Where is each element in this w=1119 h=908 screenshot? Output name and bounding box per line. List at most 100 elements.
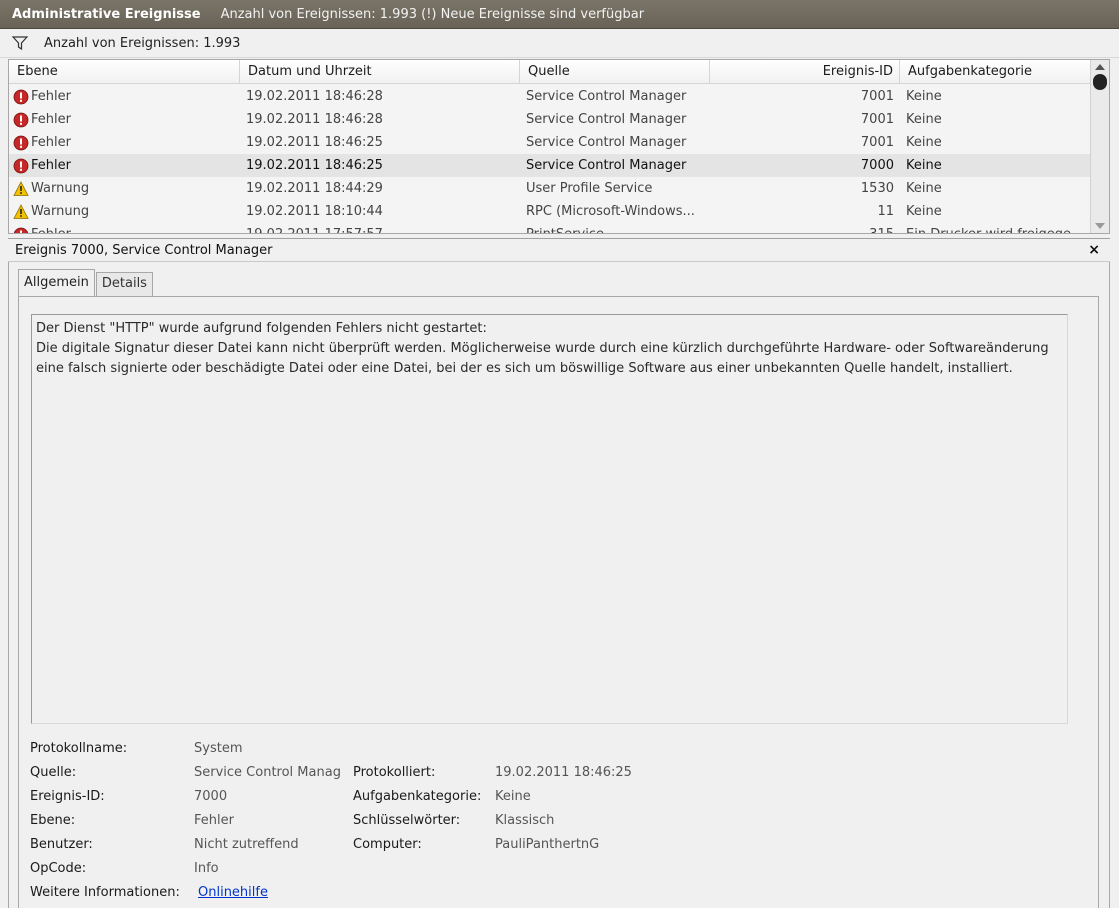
view-title: Administrative Ereignisse: [12, 6, 201, 22]
prop-row: Protokollname: System: [19, 737, 1099, 761]
level-text: Warnung: [31, 204, 90, 219]
prop-row: Benutzer: Nicht zutreffend Computer: Pau…: [19, 833, 1099, 857]
task-category-cell: Keine: [906, 181, 942, 196]
task-category-label: Aufgabenkategorie:: [353, 789, 482, 804]
error-icon: [13, 158, 29, 173]
task-category-cell: Keine: [906, 89, 942, 104]
table-row[interactable]: Fehler 19.02.2011 18:46:28 Service Control…: [9, 85, 1091, 108]
tab-details[interactable]: Details: [95, 272, 153, 296]
date-cell: 19.02.2011 18:46:25: [246, 135, 383, 150]
level-text: Fehler: [31, 158, 71, 173]
title-bar: Administrative Ereignisse Anzahl von Ere…: [0, 0, 1119, 29]
task-category-cell: Keine: [906, 204, 942, 219]
event-list[interactable]: Ebene Datum und Uhrzeit Quelle Ereignis-…: [8, 59, 1110, 234]
funnel-icon[interactable]: [12, 36, 28, 50]
event-id-cell: 7000: [860, 158, 894, 173]
detail-header: Ereignis 7000, Service Control Manager ×: [8, 238, 1110, 262]
scroll-down-arrow-icon[interactable]: [1095, 223, 1105, 229]
event-count-notice[interactable]: Anzahl von Ereignissen: 1.993 (!) Neue E…: [221, 7, 644, 22]
opcode-label: OpCode:: [30, 861, 87, 876]
table-row[interactable]: Fehler 19.02.2011 18:46:25 Service Control…: [9, 131, 1091, 154]
level-cell: Fehler: [9, 223, 240, 233]
event-id-cell: 315: [710, 223, 900, 233]
event-id-value: 7000: [194, 789, 228, 804]
source-value: Service Control Manag: [194, 765, 341, 780]
error-icon: [13, 112, 29, 127]
event-rows: Fehler 19.02.2011 18:46:28 Service Control…: [9, 85, 1091, 233]
level-text: Fehler: [31, 223, 71, 233]
source-cell: Service Control Manager: [526, 158, 687, 173]
event-id-cell: 7001: [860, 135, 894, 150]
level-text: Fehler: [31, 112, 71, 127]
level-cell: Fehler: [9, 108, 240, 131]
prop-row: Ebene: Fehler Schlüsselwörter: Klassisch: [19, 809, 1099, 833]
user-label: Benutzer:: [30, 837, 93, 852]
prop-row: Ereignis-ID: 7000 Aufgabenkategorie: Kei…: [19, 785, 1099, 809]
list-header: Ebene Datum und Uhrzeit Quelle Ereignis-…: [9, 60, 1091, 84]
prop-row: Quelle: Service Control Manag Protokolli…: [19, 761, 1099, 785]
prop-row: Weitere Informationen: Onlinehilfe: [19, 881, 1099, 905]
level-cell: Fehler: [9, 131, 240, 154]
detail-tabs: Allgemein Details: [18, 269, 154, 296]
table-row[interactable]: Warnung 19.02.2011 18:44:29 User Profile S…: [9, 177, 1091, 200]
detail-pane: Allgemein Details Der Dienst "HTTP" wurd…: [8, 262, 1110, 908]
error-icon: [13, 89, 29, 104]
task-category-cell: Keine: [906, 135, 942, 150]
event-id-label: Ereignis-ID:: [30, 789, 105, 804]
date-cell: 19.02.2011 18:46:28: [246, 112, 383, 127]
logname-label: Protokollname:: [30, 741, 128, 756]
column-header-event-id[interactable]: Ereignis-ID: [710, 60, 900, 84]
level-text: Fehler: [31, 89, 71, 104]
source-label: Quelle:: [30, 765, 77, 780]
logged-value: 19.02.2011 18:46:25: [495, 765, 632, 780]
opcode-value: Info: [194, 861, 219, 876]
level-cell: Warnung: [9, 177, 240, 200]
tab-general[interactable]: Allgemein: [18, 269, 95, 296]
user-value: Nicht zutreffend: [194, 837, 299, 852]
event-id-cell: 1530: [860, 181, 894, 196]
computer-value: PauliPanthertnG: [495, 837, 600, 852]
date-cell: 19.02.2011 17:57:57: [240, 223, 520, 233]
source-cell: Service Control Manager: [526, 112, 687, 127]
task-category-cell: Keine: [906, 112, 942, 127]
scroll-up-arrow-icon[interactable]: [1095, 64, 1105, 70]
date-cell: 19.02.2011 18:46:28: [246, 89, 383, 104]
column-header-date[interactable]: Datum und Uhrzeit: [240, 60, 520, 84]
close-icon[interactable]: ×: [1088, 242, 1100, 258]
date-cell: 19.02.2011 18:10:44: [246, 204, 383, 219]
event-id-cell: 7001: [860, 89, 894, 104]
scroll-thumb[interactable]: [1093, 74, 1107, 90]
date-cell: 19.02.2011 18:44:29: [246, 181, 383, 196]
date-cell: 19.02.2011 18:46:25: [246, 158, 383, 173]
event-count-label: Anzahl von Ereignissen: 1.993: [44, 35, 241, 51]
source-cell: Service Control Manager: [526, 89, 687, 104]
table-row[interactable]: Fehler 19.02.2011 17:57:57PrintService315…: [9, 223, 1091, 233]
table-row[interactable]: Warnung 19.02.2011 18:10:44 RPC (Microsoft…: [9, 200, 1091, 223]
warning-icon: [13, 180, 29, 196]
task-category-cell: Ein Drucker wird freigege: [900, 223, 1091, 233]
level-text: Fehler: [31, 135, 71, 150]
logname-value: System: [194, 741, 243, 756]
column-header-source[interactable]: Quelle: [520, 60, 710, 84]
online-help-link[interactable]: Onlinehilfe: [198, 881, 353, 905]
level-value: Fehler: [194, 813, 234, 828]
warning-icon: [13, 203, 29, 219]
keywords-value: Klassisch: [495, 813, 555, 828]
column-header-task-category[interactable]: Aufgabenkategorie: [900, 60, 1091, 84]
prop-row: OpCode: Info: [19, 857, 1099, 881]
more-info-label: Weitere Informationen:: [30, 885, 180, 900]
level-text: Warnung: [31, 181, 90, 196]
source-cell: PrintService: [520, 223, 710, 233]
table-row[interactable]: Fehler 19.02.2011 18:46:25 Service Control…: [9, 154, 1091, 177]
table-row[interactable]: Fehler 19.02.2011 18:46:28 Service Control…: [9, 108, 1091, 131]
level-cell: Fehler: [9, 85, 240, 108]
error-icon: [13, 135, 29, 150]
source-cell: User Profile Service: [526, 181, 653, 196]
list-scrollbar[interactable]: [1090, 60, 1109, 233]
column-header-level[interactable]: Ebene: [9, 60, 240, 84]
general-tab-panel: Der Dienst "HTTP" wurde aufgrund folgend…: [18, 296, 1099, 908]
event-id-cell: 7001: [860, 112, 894, 127]
error-icon: [13, 227, 29, 233]
task-category-cell: Keine: [906, 158, 942, 173]
event-description[interactable]: Der Dienst "HTTP" wurde aufgrund folgend…: [31, 314, 1068, 724]
